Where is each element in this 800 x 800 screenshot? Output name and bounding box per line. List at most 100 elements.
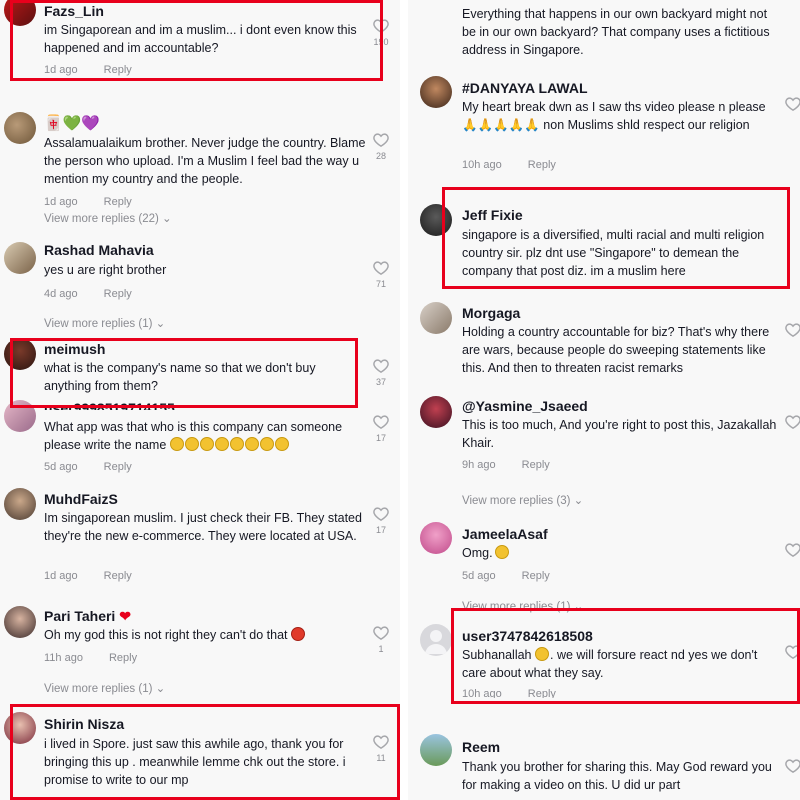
comment-username-text: Pari Taheri bbox=[44, 608, 116, 624]
reply-button[interactable]: Reply bbox=[104, 570, 132, 582]
comment-username[interactable]: user3747842618508 bbox=[462, 628, 593, 644]
comment-username[interactable]: Reem bbox=[462, 739, 500, 755]
avatar[interactable] bbox=[420, 76, 452, 108]
comment-text: singapore is a diversified, multi racial… bbox=[462, 228, 765, 278]
smile-emoji-icon bbox=[535, 647, 550, 662]
view-more-replies[interactable]: View more replies (22) ⌄ bbox=[44, 211, 172, 225]
comment-meta: 5d ago Reply bbox=[44, 461, 132, 473]
view-more-replies[interactable]: View more replies (3) ⌄ bbox=[462, 493, 583, 507]
comment-meta: 4d ago Reply bbox=[44, 288, 132, 300]
smile-emoji-icon bbox=[493, 545, 510, 560]
comment-meta: 10h ago Reply bbox=[462, 159, 556, 171]
like-button[interactable] bbox=[784, 414, 800, 429]
comment-text: What app was that who is this company ca… bbox=[44, 418, 366, 454]
avatar[interactable] bbox=[420, 624, 452, 656]
comment-time: 11h ago bbox=[44, 652, 83, 664]
like-button[interactable] bbox=[784, 644, 800, 659]
reply-button[interactable]: Reply bbox=[528, 159, 556, 171]
avatar[interactable] bbox=[4, 0, 36, 26]
avatar[interactable] bbox=[420, 522, 452, 554]
avatar[interactable] bbox=[420, 302, 452, 334]
avatar[interactable] bbox=[420, 204, 452, 236]
reply-button[interactable]: Reply bbox=[104, 288, 132, 300]
comment-username[interactable]: JameelaAsaf bbox=[462, 526, 548, 542]
avatar[interactable] bbox=[4, 112, 36, 144]
comment-meta: 1d ago Reply bbox=[44, 64, 132, 76]
view-more-label: View more replies (1) bbox=[462, 601, 571, 613]
comment-text: Holding a country accountable for biz? T… bbox=[462, 325, 770, 375]
like-button[interactable]: 71 bbox=[372, 260, 390, 289]
avatar[interactable] bbox=[4, 606, 36, 638]
reply-button[interactable]: Reply bbox=[109, 652, 137, 664]
reply-button[interactable]: Reply bbox=[522, 459, 550, 471]
comment-time: 1d ago bbox=[44, 64, 78, 76]
comment-username[interactable]: 🀄💚💜 bbox=[44, 114, 100, 132]
comment-text: yes u are right brother bbox=[44, 263, 167, 277]
avatar[interactable] bbox=[4, 338, 36, 370]
view-more-label: View more replies (1) bbox=[44, 683, 153, 695]
reply-button[interactable]: Reply bbox=[104, 461, 132, 473]
comment-username[interactable]: Rashad Mahavia bbox=[44, 242, 154, 258]
like-button[interactable]: 37 bbox=[372, 358, 390, 387]
comment-username[interactable]: Pari Taheri ❤ bbox=[44, 608, 131, 625]
like-button[interactable]: 1 bbox=[372, 625, 390, 654]
like-button[interactable]: 11 bbox=[372, 734, 390, 763]
chevron-down-icon: ⌄ bbox=[162, 213, 172, 225]
comment-meta: 1d ago Reply bbox=[44, 196, 132, 208]
avatar[interactable] bbox=[4, 400, 36, 432]
like-button[interactable]: 190 bbox=[372, 18, 390, 47]
left-comment-column[interactable]: Fazs_Lin im Singaporean and im a muslim.… bbox=[0, 0, 400, 800]
like-count: 1 bbox=[378, 644, 384, 654]
view-more-label: View more replies (1) bbox=[44, 318, 153, 330]
comment-text: Im singaporean muslim. I just check thei… bbox=[44, 511, 362, 543]
like-count: 11 bbox=[376, 753, 386, 763]
comment-username[interactable]: user9998519714155 bbox=[44, 400, 175, 410]
reply-button[interactable]: Reply bbox=[104, 64, 132, 76]
heart-icon bbox=[372, 18, 390, 33]
like-button[interactable] bbox=[784, 542, 800, 557]
comment-text: Oh my god this is not right they can't d… bbox=[44, 626, 366, 644]
right-comment-column[interactable]: Everything that happens in our own backy… bbox=[400, 0, 800, 800]
reply-button[interactable]: Reply bbox=[104, 196, 132, 208]
comment-text: i lived in Spore. just saw this awhile a… bbox=[44, 737, 346, 787]
like-button[interactable]: 17 bbox=[372, 506, 390, 535]
heart-icon bbox=[372, 260, 390, 275]
like-count: 28 bbox=[375, 151, 386, 161]
comment-username[interactable]: Morgaga bbox=[462, 305, 520, 321]
comment-username[interactable]: #DANYAYA LAWAL bbox=[462, 80, 588, 96]
view-more-replies[interactable]: View more replies (1) ⌄ bbox=[462, 599, 583, 613]
comment-time: 5d ago bbox=[44, 461, 78, 473]
like-button[interactable]: 28 bbox=[372, 132, 390, 161]
comment-username[interactable]: Jeff Fixie bbox=[462, 207, 523, 223]
avatar[interactable] bbox=[4, 242, 36, 274]
view-more-replies[interactable]: View more replies (1) ⌄ bbox=[44, 316, 165, 330]
like-button[interactable] bbox=[784, 322, 800, 337]
heart-icon bbox=[372, 132, 390, 147]
avatar[interactable] bbox=[4, 488, 36, 520]
avatar[interactable] bbox=[4, 712, 36, 744]
view-more-replies[interactable]: View more replies (1) ⌄ bbox=[44, 681, 165, 695]
like-button[interactable] bbox=[784, 758, 800, 773]
comment-text: im Singaporean and im a muslim... i dont… bbox=[44, 23, 357, 55]
comment-username[interactable]: meimush bbox=[44, 341, 105, 357]
comment-time: 1d ago bbox=[44, 570, 78, 582]
reply-button[interactable]: Reply bbox=[528, 688, 556, 698]
avatar[interactable] bbox=[420, 396, 452, 428]
reply-button[interactable]: Reply bbox=[522, 570, 550, 582]
like-button[interactable] bbox=[784, 96, 800, 111]
like-button[interactable]: 17 bbox=[372, 414, 390, 443]
comment-text: Omg. bbox=[462, 544, 784, 562]
red-heart-icon: ❤ bbox=[119, 608, 131, 624]
chevron-down-icon: ⌄ bbox=[155, 683, 166, 695]
comment-username[interactable]: @Yasmine_Jsaeed bbox=[462, 398, 588, 414]
sad-emoji-icon bbox=[169, 437, 290, 452]
avatar[interactable] bbox=[420, 734, 452, 766]
comment-username[interactable]: MuhdFaizS bbox=[44, 491, 118, 507]
comment-username[interactable]: Fazs_Lin bbox=[44, 3, 104, 19]
comment-text: what is the company's name so that we do… bbox=[44, 361, 316, 393]
comment-time: 5d ago bbox=[462, 570, 496, 582]
comment-meta: 5d ago Reply bbox=[462, 570, 550, 582]
view-more-label: View more replies (22) bbox=[44, 213, 159, 225]
comment-time: 10h ago bbox=[462, 159, 502, 171]
comment-username[interactable]: Shirin Nisza bbox=[44, 716, 124, 732]
